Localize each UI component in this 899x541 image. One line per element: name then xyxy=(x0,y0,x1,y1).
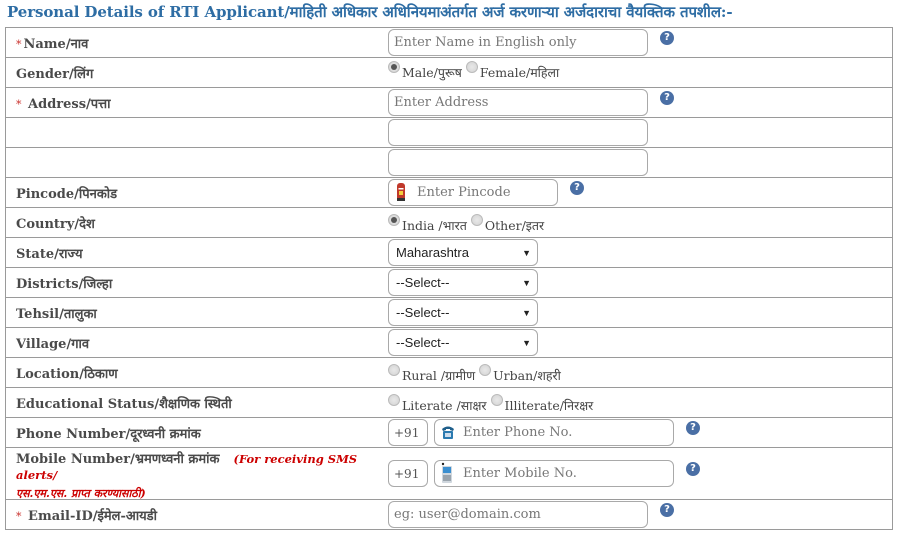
gender-label: Gender/लिंग xyxy=(16,67,94,82)
address-row: * Address/पत्ता ? xyxy=(5,87,893,118)
education-row: Educational Status/शैक्षणिक स्थिती Liter… xyxy=(5,387,893,418)
location-label: Location/ठिकाण xyxy=(16,367,118,382)
name-input[interactable] xyxy=(388,29,648,56)
email-row: * Email-ID/ईमेल-आयडी ? xyxy=(5,499,893,530)
state-selected-value: Maharashtra xyxy=(396,245,469,260)
address-line3-input[interactable] xyxy=(388,149,648,176)
section-title: Personal Details of RTI Applicant/माहिती… xyxy=(7,3,733,21)
country-other-radio[interactable] xyxy=(470,213,483,226)
dropdown-caret-icon: ▼ xyxy=(522,337,531,348)
location-rural-radio[interactable] xyxy=(388,363,400,376)
help-icon[interactable]: ? xyxy=(660,30,674,45)
gender-row: Gender/लिंग Male/पुरूष Female/महिला xyxy=(5,57,893,88)
state-select[interactable]: Maharashtra ▼ xyxy=(388,239,538,266)
gender-female-label[interactable]: Female/महिला xyxy=(480,64,559,81)
tehsil-row: Tehsil/तालुका --Select-- ▼ xyxy=(5,297,893,328)
gender-male-label[interactable]: Male/पुरूष xyxy=(402,64,462,81)
district-select[interactable]: --Select-- ▼ xyxy=(388,269,538,296)
applicant-details-form: *Name/नाव ? Gender/लिंग Male/पुरूष Femal… xyxy=(5,27,893,530)
country-label: Country/देश xyxy=(16,217,95,232)
state-label: State/राज्य xyxy=(16,247,83,262)
help-icon[interactable]: ? xyxy=(570,180,584,195)
pincode-input[interactable] xyxy=(388,179,558,206)
required-marker: * xyxy=(16,38,22,51)
education-illiterate-label[interactable]: Illiterate/निरक्षर xyxy=(505,397,594,414)
education-label: Educational Status/शैक्षणिक स्थिती xyxy=(16,397,232,412)
tehsil-select[interactable]: --Select-- ▼ xyxy=(388,299,538,326)
village-selected-value: --Select-- xyxy=(396,335,450,350)
mobile-row: Mobile Number/भ्रमणध्वनी क्रमांक (For rec… xyxy=(5,447,893,500)
email-input[interactable] xyxy=(388,501,648,528)
telephone-icon xyxy=(442,426,454,439)
state-row: State/राज्य Maharashtra ▼ xyxy=(5,237,893,268)
required-marker: * xyxy=(16,98,22,111)
mobile-input[interactable] xyxy=(434,460,674,487)
mobile-country-code: +91 xyxy=(388,460,428,487)
village-label: Village/गाव xyxy=(16,337,90,352)
help-icon[interactable]: ? xyxy=(686,461,700,476)
tehsil-selected-value: --Select-- xyxy=(396,305,450,320)
mobile-label: Mobile Number/भ्रमणध्वनी क्रमांक xyxy=(16,452,220,467)
address-line2-input[interactable] xyxy=(388,119,648,146)
address-line3-row xyxy=(5,147,893,178)
location-rural-label[interactable]: Rural /ग्रामीण xyxy=(402,367,475,384)
village-row: Village/गाव --Select-- ▼ xyxy=(5,327,893,358)
postbox-icon xyxy=(397,183,405,201)
education-illiterate-radio[interactable] xyxy=(490,393,503,406)
district-row: Districts/जिल्हा --Select-- ▼ xyxy=(5,267,893,298)
country-india-radio[interactable] xyxy=(388,213,400,226)
village-select[interactable]: --Select-- ▼ xyxy=(388,329,538,356)
help-icon[interactable]: ? xyxy=(660,502,674,517)
address-line1-input[interactable] xyxy=(388,89,648,116)
country-india-label[interactable]: India /भारत xyxy=(402,217,467,234)
country-row: Country/देश India /भारत Other/इतर xyxy=(5,207,893,238)
mobile-phone-icon xyxy=(441,462,452,483)
phone-row: Phone Number/दूरध्वनी क्रमांक +91 ? xyxy=(5,417,893,448)
phone-label: Phone Number/दूरध्वनी क्रमांक xyxy=(16,427,201,442)
dropdown-caret-icon: ▼ xyxy=(522,247,531,258)
location-urban-radio[interactable] xyxy=(479,363,492,376)
name-row: *Name/नाव ? xyxy=(5,27,893,58)
required-marker: * xyxy=(16,510,22,523)
country-other-label[interactable]: Other/इतर xyxy=(485,217,544,234)
location-row: Location/ठिकाण Rural /ग्रामीण Urban/शहरी xyxy=(5,357,893,388)
dropdown-caret-icon: ▼ xyxy=(522,307,531,318)
phone-country-code: +91 xyxy=(388,419,428,446)
address-label: * Address/पत्ता xyxy=(16,97,111,112)
education-literate-radio[interactable] xyxy=(388,393,400,406)
pincode-label: Pincode/पिनकोड xyxy=(16,187,118,202)
district-label: Districts/जिल्हा xyxy=(16,277,113,292)
gender-female-radio[interactable] xyxy=(465,60,478,73)
gender-male-radio[interactable] xyxy=(388,60,400,73)
sms-alert-note-marathi: एस.एम.एस. प्राप्त करण्यासाठी) xyxy=(16,487,146,500)
phone-input[interactable] xyxy=(434,419,674,446)
help-icon[interactable]: ? xyxy=(660,90,674,105)
dropdown-caret-icon: ▼ xyxy=(522,277,531,288)
district-selected-value: --Select-- xyxy=(396,275,450,290)
email-label: * Email-ID/ईमेल-आयडी xyxy=(16,509,158,524)
pincode-row: Pincode/पिनकोड ? xyxy=(5,177,893,208)
name-label: * Name/नाव xyxy=(16,37,89,52)
tehsil-label: Tehsil/तालुका xyxy=(16,307,97,322)
address-line2-row xyxy=(5,117,893,148)
education-literate-label[interactable]: Literate /साक्षर xyxy=(402,397,487,414)
help-icon[interactable]: ? xyxy=(686,420,700,435)
location-urban-label[interactable]: Urban/शहरी xyxy=(493,367,561,384)
